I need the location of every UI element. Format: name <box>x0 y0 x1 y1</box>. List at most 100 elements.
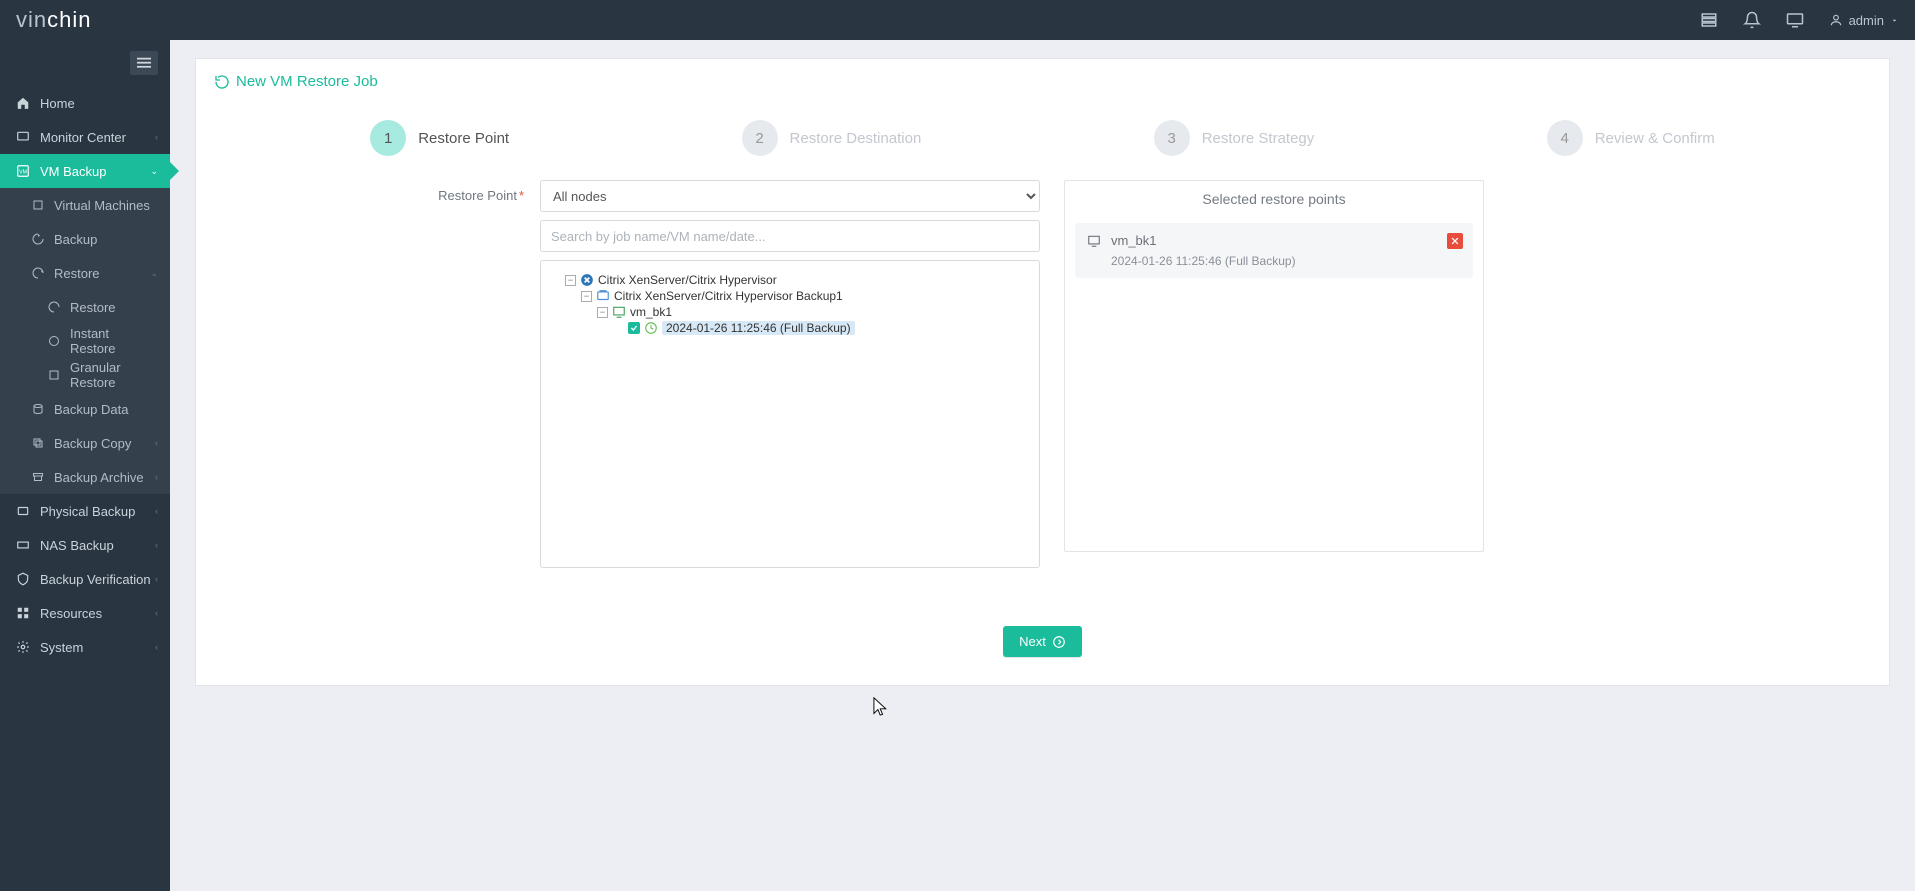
sidebar-item-label: Home <box>40 96 75 111</box>
tree-node-label: Citrix XenServer/Citrix Hypervisor Backu… <box>614 289 843 303</box>
checkbox-checked[interactable] <box>628 322 640 334</box>
step-3[interactable]: 3 Restore Strategy <box>1154 120 1315 156</box>
sidebar-item-home[interactable]: Home <box>0 86 170 120</box>
monitor-center-icon <box>16 130 30 144</box>
selected-panel: Selected restore points vm_bk1 2024-01-2… <box>1064 180 1484 552</box>
chevron-down-icon: ⌄ <box>150 268 158 279</box>
job-icon <box>596 289 610 303</box>
next-button[interactable]: Next <box>1003 626 1082 657</box>
sidebar-item-monitor-center[interactable]: Monitor Center ‹ <box>0 120 170 154</box>
sidebar-item-granular-restore[interactable]: Granular Restore <box>0 358 170 392</box>
resources-icon <box>16 606 30 620</box>
chevron-left-icon: ‹ <box>155 132 158 142</box>
tree-node-job[interactable]: − Citrix XenServer/Citrix Hypervisor Bac… <box>581 289 1031 303</box>
tree-node-restore-point[interactable]: 2024-01-26 11:25:46 (Full Backup) <box>613 321 1031 335</box>
selected-list: vm_bk1 2024-01-26 11:25:46 (Full Backup) <box>1065 223 1483 551</box>
verification-icon <box>16 572 30 586</box>
sidebar-item-backup[interactable]: Backup <box>0 222 170 256</box>
selected-column: Selected restore points vm_bk1 2024-01-2… <box>1064 180 1484 552</box>
backup-icon <box>32 233 44 245</box>
gear-icon <box>16 640 30 654</box>
step-4[interactable]: 4 Review & Confirm <box>1547 120 1715 156</box>
chevron-left-icon: ‹ <box>155 642 158 652</box>
archive-icon <box>32 471 44 483</box>
selected-item: vm_bk1 2024-01-26 11:25:46 (Full Backup) <box>1075 223 1473 278</box>
sidebar-item-restore[interactable]: Restore ⌄ <box>0 256 170 290</box>
sidebar-item-label: NAS Backup <box>40 538 114 553</box>
content-area: New VM Restore Job 1 Restore Point 2 Res… <box>170 40 1915 891</box>
step-num: 2 <box>742 120 778 156</box>
restore-icon <box>32 267 44 279</box>
clock-icon <box>644 321 658 335</box>
sidebar-toggle-button[interactable] <box>130 51 158 75</box>
sidebar-item-label: Instant Restore <box>70 326 154 356</box>
brand-part2: chin <box>47 7 91 32</box>
chevron-left-icon: ‹ <box>155 574 158 584</box>
search-input[interactable] <box>540 220 1040 252</box>
vm-icon <box>32 199 44 211</box>
top-header: vinchin admin <box>0 0 1915 40</box>
restore-title-icon <box>214 74 230 90</box>
step-2[interactable]: 2 Restore Destination <box>742 120 922 156</box>
list-icon[interactable] <box>1700 11 1718 29</box>
collapse-icon[interactable]: − <box>565 275 576 286</box>
sidebar-item-virtual-machines[interactable]: Virtual Machines <box>0 188 170 222</box>
arrow-right-circle-icon <box>1052 635 1066 649</box>
bell-icon[interactable] <box>1743 11 1761 29</box>
restore-point-tree[interactable]: − Citrix XenServer/Citrix Hypervisor − <box>540 260 1040 568</box>
vm-icon <box>1087 234 1101 248</box>
restore-point-row: Restore Point* All nodes − <box>214 180 1871 568</box>
sidebar-item-backup-verification[interactable]: Backup Verification ‹ <box>0 562 170 596</box>
step-label: Review & Confirm <box>1595 130 1715 147</box>
panel-heading: New VM Restore Job <box>196 59 1889 104</box>
instant-restore-icon <box>48 335 60 347</box>
sidebar-item-backup-data[interactable]: Backup Data <box>0 392 170 426</box>
tree-node-vm[interactable]: − vm_bk1 <box>597 305 1031 319</box>
svg-text:VM: VM <box>19 169 27 175</box>
sidebar-item-label: Granular Restore <box>70 360 154 390</box>
remove-button[interactable] <box>1447 233 1463 249</box>
sidebar-item-nas-backup[interactable]: NAS Backup ‹ <box>0 528 170 562</box>
sidebar-item-label: Backup Copy <box>54 436 131 451</box>
close-icon <box>1450 236 1460 246</box>
sidebar-item-system[interactable]: System ‹ <box>0 630 170 664</box>
tree-node-label: 2024-01-26 11:25:46 (Full Backup) <box>662 321 855 335</box>
selected-item-header: vm_bk1 <box>1087 233 1461 248</box>
sidebar-item-restore-sub[interactable]: Restore <box>0 290 170 324</box>
sidebar-item-label: VM Backup <box>40 164 106 179</box>
sidebar-item-backup-copy[interactable]: Backup Copy ‹ <box>0 426 170 460</box>
user-label: admin <box>1849 13 1884 28</box>
page-title: New VM Restore Job <box>236 73 378 90</box>
sidebar-toggle-row <box>0 40 170 86</box>
sidebar-item-vm-backup[interactable]: VM VM Backup ⌄ <box>0 154 170 188</box>
sidebar-item-instant-restore[interactable]: Instant Restore <box>0 324 170 358</box>
sidebar-item-label: Backup Verification <box>40 572 151 587</box>
sidebar-item-resources[interactable]: Resources ‹ <box>0 596 170 630</box>
sidebar-item-label: Resources <box>40 606 102 621</box>
selected-point-label: 2024-01-26 11:25:46 (Full Backup) <box>1087 254 1461 268</box>
sidebar-item-physical-backup[interactable]: Physical Backup ‹ <box>0 494 170 528</box>
step-label: Restore Destination <box>790 130 922 147</box>
sidebar-item-backup-archive[interactable]: Backup Archive ‹ <box>0 460 170 494</box>
sidebar-submenu-vm-backup: Virtual Machines Backup Restore ⌄ Restor… <box>0 188 170 494</box>
vm-icon <box>612 305 626 319</box>
tree-node-hypervisor[interactable]: − Citrix XenServer/Citrix Hypervisor <box>565 273 1031 287</box>
collapse-icon[interactable]: − <box>581 291 592 302</box>
step-1: 1 Restore Point <box>370 120 509 156</box>
monitor-icon[interactable] <box>1786 11 1804 29</box>
database-icon <box>32 403 44 415</box>
sidebar-item-label: Monitor Center <box>40 130 126 145</box>
citrix-icon <box>580 273 594 287</box>
step-num: 4 <box>1547 120 1583 156</box>
sidebar-item-label: Virtual Machines <box>54 198 150 213</box>
restore-point-controls: All nodes − Citrix XenServer/Citrix Hype… <box>540 180 1040 568</box>
chevron-down-icon <box>1890 16 1899 25</box>
user-menu[interactable]: admin <box>1829 13 1899 28</box>
step-num: 3 <box>1154 120 1190 156</box>
node-select[interactable]: All nodes <box>540 180 1040 212</box>
restore-point-label: Restore Point* <box>214 180 524 203</box>
step-label: Restore Point <box>418 130 509 147</box>
collapse-icon[interactable]: − <box>597 307 608 318</box>
restore-point-label-text: Restore Point <box>438 188 517 203</box>
nas-backup-icon <box>16 538 30 552</box>
